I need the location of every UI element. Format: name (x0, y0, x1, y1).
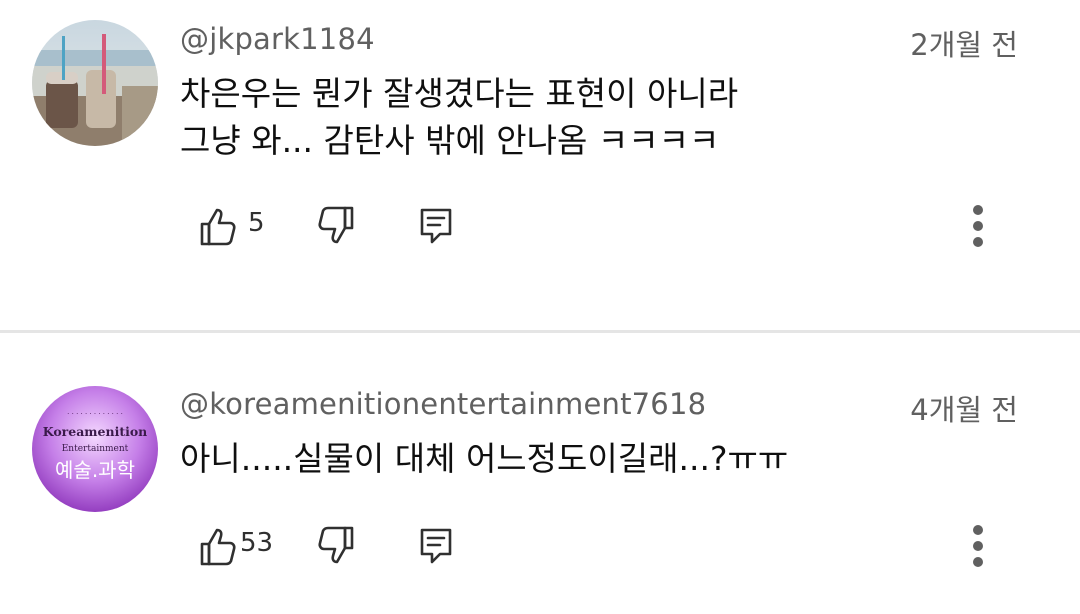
comment-actions: 53 (0, 516, 1080, 576)
reply-icon (420, 528, 452, 564)
comment-author[interactable]: @jkpark1184 (180, 22, 375, 56)
comment-timestamp: 4개월 전 (910, 393, 1018, 427)
comment-text: 차은우는 뭔가 잘생겼다는 표현이 아니라 그냥 와... 감탄사 밖에 안나옴… (180, 70, 738, 164)
thumb-down-icon (318, 206, 354, 244)
thumb-up-icon (200, 528, 236, 566)
like-count: 53 (240, 528, 274, 558)
comment-timestamp: 2개월 전 (910, 28, 1018, 62)
comment-line: 그냥 와... 감탄사 밖에 안나옴 ㅋㅋㅋㅋ (180, 121, 720, 160)
comment-text: 아니.....실물이 대체 어느정도이길래...?ㅠㅠ (180, 435, 788, 482)
reply-icon (420, 208, 452, 244)
more-options-button[interactable] (960, 200, 996, 252)
comment-item: @jkpark1184 2개월 전 차은우는 뭔가 잘생겼다는 표현이 아니라 … (0, 0, 1080, 330)
svg-text:· · · · · · · · · · · · ·: · · · · · · · · · · · · · (67, 410, 123, 418)
comment-actions: 5 (0, 196, 1080, 256)
more-options-button[interactable] (960, 520, 996, 572)
thumb-up-icon (200, 208, 236, 246)
like-button[interactable] (192, 204, 240, 248)
thumb-down-icon (318, 526, 354, 564)
avatar-logo-text-mid: Entertainment (62, 444, 129, 454)
reply-button[interactable] (412, 204, 460, 248)
avatar-logo-text-main: 예술.과학 (55, 458, 135, 482)
like-count: 5 (248, 208, 265, 238)
comment-author[interactable]: @koreamenitionentertainment7618 (180, 387, 706, 421)
dislike-button[interactable] (314, 204, 362, 248)
avatar[interactable] (32, 20, 158, 146)
reply-button[interactable] (412, 524, 460, 568)
avatar[interactable]: · · · · · · · · · · · · · Koreamenition … (32, 386, 158, 512)
avatar-logo-text-top: Koreamenition (43, 424, 148, 439)
comment-line: 차은우는 뭔가 잘생겼다는 표현이 아니라 (180, 74, 739, 113)
like-button[interactable] (192, 524, 240, 568)
more-vertical-icon (973, 205, 983, 247)
dislike-button[interactable] (314, 524, 362, 568)
more-vertical-icon (973, 525, 983, 567)
comment-item: · · · · · · · · · · · · · Koreamenition … (0, 333, 1080, 614)
comment-line: 아니.....실물이 대체 어느정도이길래...?ㅠㅠ (180, 439, 789, 478)
